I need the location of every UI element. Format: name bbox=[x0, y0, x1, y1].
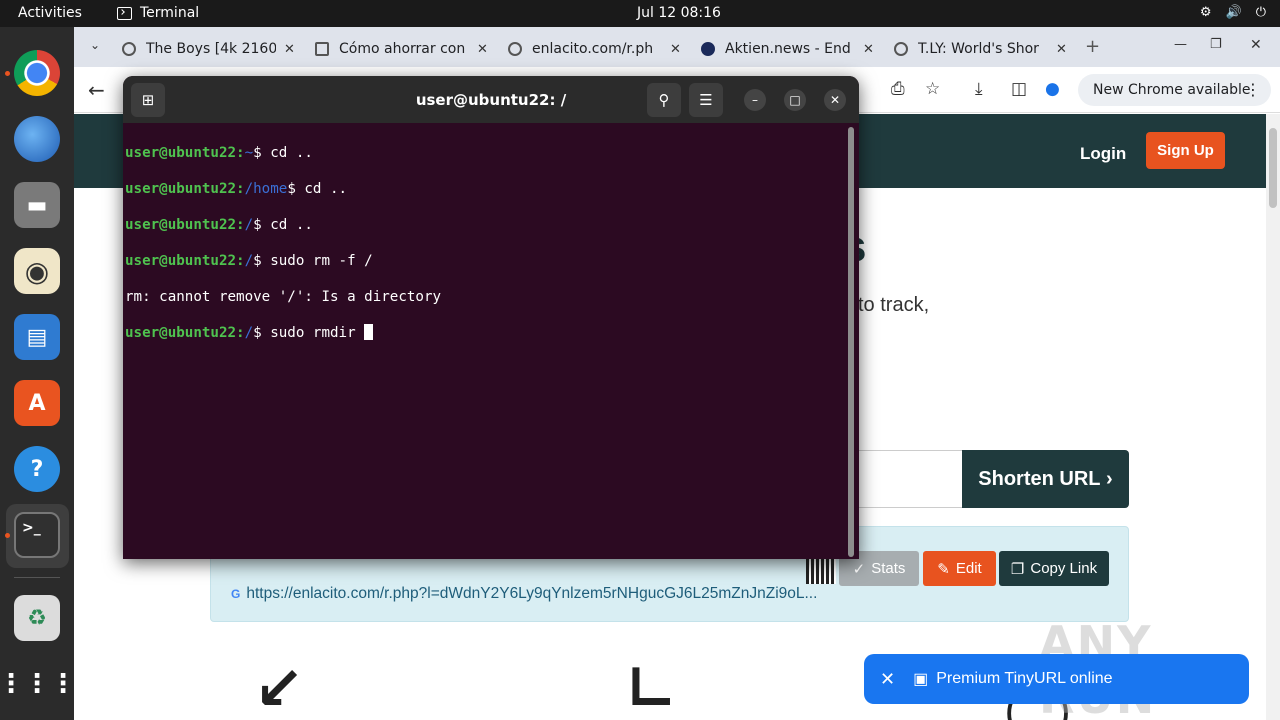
top-bar: Activities Terminal Jul 12 08:16 ⚙ 🔊 ⏻ bbox=[0, 0, 1280, 27]
close-button[interactable]: ✕ bbox=[824, 89, 846, 111]
devices-icon: ▣ bbox=[913, 671, 929, 688]
terminal-header: ⊞ user@ubuntu22: / ⚲ ☰ – □ ✕ bbox=[123, 76, 859, 123]
tab-enlacito[interactable]: enlacito.com/r.ph ✕ bbox=[508, 35, 681, 63]
url-input[interactable] bbox=[844, 450, 963, 508]
tab-the-boys[interactable]: The Boys [4k 2160 ✕ bbox=[122, 35, 295, 63]
tab-como-ahorrar[interactable]: Cómo ahorrar con ✕ bbox=[315, 35, 488, 63]
premium-toast[interactable]: ✕ ▣ Premium TinyURL online bbox=[864, 654, 1249, 704]
analytics-icon: ∟ bbox=[626, 654, 677, 720]
files-icon[interactable]: ▬ bbox=[14, 182, 60, 228]
volume-icon: 🔊 bbox=[1225, 5, 1242, 20]
close-tab-icon[interactable]: ✕ bbox=[1056, 42, 1067, 57]
app-menu[interactable]: Terminal bbox=[117, 5, 199, 21]
copy-icon: ❐ bbox=[1010, 560, 1025, 578]
app-center-icon[interactable]: A bbox=[14, 380, 60, 426]
globe-icon bbox=[894, 42, 908, 56]
terminal-scrollbar[interactable] bbox=[848, 127, 854, 557]
dock: ▬ ◉ ▤ A ? >_ ♻ ⋮⋮⋮ bbox=[0, 27, 76, 720]
maximize-icon: □ bbox=[789, 93, 801, 107]
minimize-button[interactable]: – bbox=[744, 89, 766, 111]
close-tab-icon[interactable]: ✕ bbox=[863, 42, 874, 57]
close-tab-icon[interactable]: ✕ bbox=[284, 42, 295, 57]
copy-link-button[interactable]: ❐ Copy Link bbox=[999, 551, 1109, 586]
login-link[interactable]: Login bbox=[1080, 144, 1126, 164]
edit-button[interactable]: ✎ Edit bbox=[923, 551, 996, 586]
terminal-window[interactable]: ⊞ user@ubuntu22: / ⚲ ☰ – □ ✕ user@ubuntu… bbox=[123, 76, 859, 559]
shorten-url-button[interactable]: Shorten URL › bbox=[962, 450, 1129, 508]
new-tab-icon[interactable]: + bbox=[1085, 36, 1100, 57]
search-icon: ⚲ bbox=[658, 91, 670, 109]
maximize-button[interactable]: □ bbox=[784, 89, 806, 111]
restore-icon[interactable]: ❐ bbox=[1210, 37, 1222, 52]
dock-separator bbox=[14, 577, 60, 578]
bookmark-star-icon[interactable]: ☆ bbox=[925, 79, 940, 99]
close-tab-icon[interactable]: ✕ bbox=[670, 42, 681, 57]
clock[interactable]: Jul 12 08:16 bbox=[637, 5, 721, 21]
help-icon[interactable]: ? bbox=[14, 446, 60, 492]
google-icon: G bbox=[231, 587, 241, 601]
terminal-output[interactable]: user@ubuntu22:~$ cd .. user@ubuntu22:/ho… bbox=[125, 126, 847, 378]
close-tab-icon[interactable]: ✕ bbox=[477, 42, 488, 57]
globe-icon bbox=[122, 42, 136, 56]
tab-bar: ⌄ The Boys [4k 2160 ✕ Cómo ahorrar con ✕ e… bbox=[74, 27, 1280, 67]
minimize-icon[interactable]: — bbox=[1174, 37, 1187, 52]
rhythmbox-icon[interactable]: ◉ bbox=[14, 248, 60, 294]
profile-icon[interactable]: ● bbox=[1045, 79, 1060, 99]
chrome-icon[interactable] bbox=[14, 50, 60, 96]
network-icon: ⚙ bbox=[1199, 5, 1212, 20]
running-indicator bbox=[5, 71, 10, 76]
tab-search-icon[interactable]: ⌄ bbox=[90, 38, 100, 52]
new-chrome-available-button[interactable]: New Chrome available ⋮ bbox=[1078, 74, 1271, 106]
long-url-link[interactable]: Ghttps://enlacito.com/r.php?l=dWdnY2Y6Ly… bbox=[231, 585, 817, 603]
globe-icon bbox=[508, 42, 522, 56]
compress-icon: ↙ bbox=[254, 654, 305, 720]
terminal-output-line: rm: cannot remove '/': Is a directory bbox=[125, 289, 442, 305]
terminal-line: user@ubuntu22:~$ cd .. bbox=[125, 145, 313, 161]
close-window-icon[interactable]: ✕ bbox=[1250, 37, 1262, 53]
writer-icon[interactable]: ▤ bbox=[14, 314, 60, 360]
more-menu-icon[interactable]: ⋮ bbox=[1245, 80, 1261, 99]
activities-button[interactable]: Activities bbox=[18, 5, 82, 21]
close-icon: ✕ bbox=[829, 93, 841, 107]
close-toast-icon[interactable]: ✕ bbox=[880, 669, 895, 690]
search-button[interactable]: ⚲ bbox=[647, 83, 681, 117]
tab-tly[interactable]: T.LY: World's Shor ✕ bbox=[894, 35, 1067, 63]
hero-subtitle: to track, bbox=[858, 294, 930, 316]
chart-icon: ✓ bbox=[852, 560, 866, 578]
hamburger-icon: ☰ bbox=[699, 91, 713, 109]
tab-aktien-news[interactable]: Aktien.news - End ✕ bbox=[701, 35, 874, 63]
signup-button[interactable]: Sign Up bbox=[1146, 132, 1225, 169]
trash-icon[interactable]: ♻ bbox=[14, 595, 60, 641]
terminal-line: user@ubuntu22:/$ sudo rmdir bbox=[125, 324, 847, 342]
scroll-thumb[interactable] bbox=[1269, 128, 1277, 208]
aktien-icon bbox=[701, 42, 715, 56]
side-panel-icon[interactable]: ◫ bbox=[1011, 79, 1027, 99]
running-indicator bbox=[5, 533, 10, 538]
terminal-icon bbox=[117, 6, 132, 20]
text-cursor bbox=[364, 324, 374, 340]
terminal-line: user@ubuntu22:/$ cd .. bbox=[125, 217, 313, 233]
terminal-dock-icon[interactable]: >_ bbox=[14, 512, 60, 558]
power-icon: ⏻ bbox=[1255, 5, 1266, 20]
menu-button[interactable]: ☰ bbox=[689, 83, 723, 117]
site-icon bbox=[315, 42, 329, 56]
download-icon[interactable]: ⤓ bbox=[975, 79, 983, 99]
minimize-icon: – bbox=[752, 93, 758, 107]
terminal-line: user@ubuntu22:/home$ cd .. bbox=[125, 181, 348, 197]
system-tray[interactable]: ⚙ 🔊 ⏻ bbox=[1200, 5, 1266, 20]
show-apps-icon[interactable]: ⋮⋮⋮ bbox=[0, 661, 76, 707]
thunderbird-icon[interactable] bbox=[14, 116, 60, 162]
edit-icon: ✎ bbox=[937, 560, 950, 578]
chevron-right-icon: › bbox=[1106, 467, 1113, 490]
app-name: Terminal bbox=[140, 5, 200, 21]
terminal-line: user@ubuntu22:/$ sudo rm -f / bbox=[125, 253, 373, 269]
page-scrollbar[interactable] bbox=[1266, 114, 1280, 720]
install-icon[interactable]: ⎙ bbox=[891, 79, 905, 99]
back-arrow-icon[interactable]: ← bbox=[88, 78, 105, 102]
